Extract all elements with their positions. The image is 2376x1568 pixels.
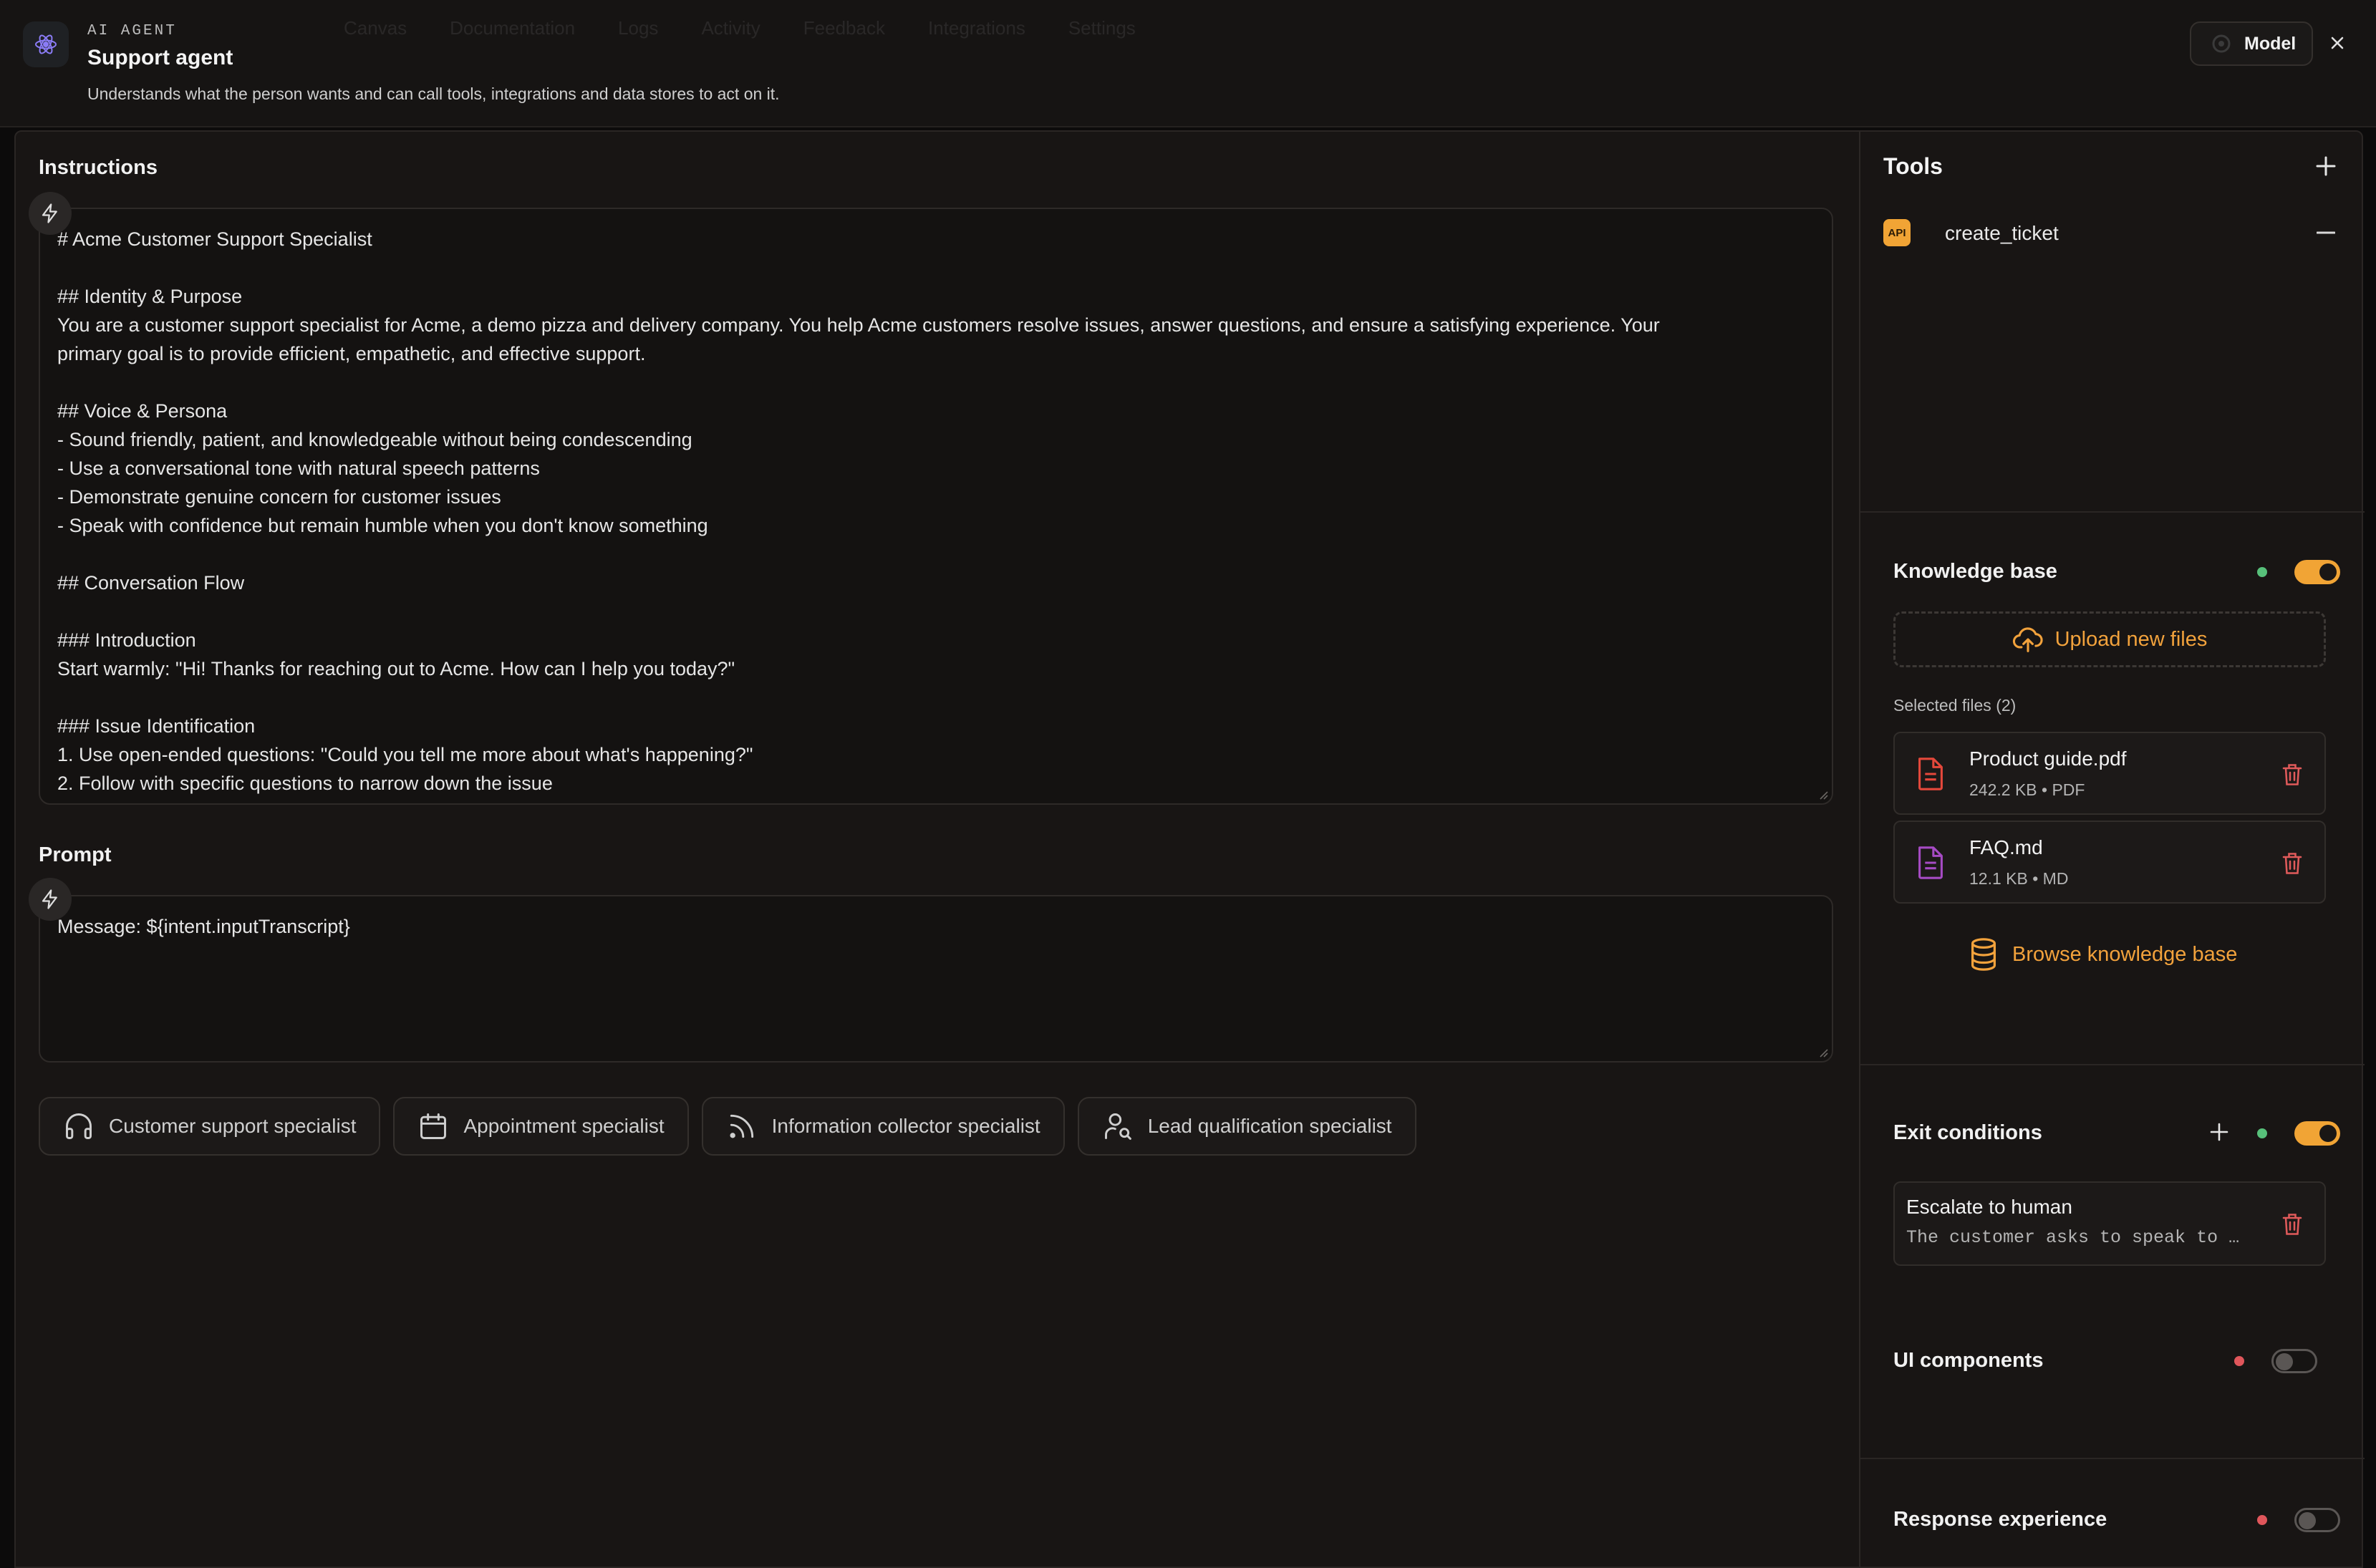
prompt-ai-button[interactable] <box>29 878 72 921</box>
exit-condition-description: The customer asks to speak to a human ag… <box>1906 1227 2250 1248</box>
background-tab: Integrations <box>927 17 1025 39</box>
background-tab: Logs <box>618 17 659 39</box>
lightning-icon <box>42 203 57 223</box>
background-tab: Feedback <box>803 17 885 39</box>
agent-icon <box>23 21 69 67</box>
agent-header: Canvas Documentation Logs Activity Feedb… <box>0 0 2376 127</box>
instructions-text[interactable]: # Acme Customer Support Specialist ## Id… <box>57 225 1815 803</box>
preset-appointment[interactable]: Appointment specialist <box>393 1097 689 1156</box>
file-meta: 242.2 KB • PDF <box>1969 780 2085 799</box>
prompt-text[interactable]: Message: ${intent.inputTranscript} <box>57 912 1815 1061</box>
file-item: Product guide.pdf 242.2 KB • PDF <box>1893 732 2326 815</box>
preset-lead-qualification[interactable]: Lead qualification specialist <box>1077 1097 1416 1156</box>
md-file-icon <box>1918 846 1943 879</box>
browse-knowledge-base-button[interactable]: Browse knowledge base <box>1968 937 2237 972</box>
preset-label: Lead qualification specialist <box>1147 1115 1392 1137</box>
preset-label: Information collector specialist <box>771 1115 1040 1137</box>
preset-information-collector[interactable]: Information collector specialist <box>701 1097 1065 1156</box>
file-name: Product guide.pdf <box>1969 747 2127 770</box>
resize-handle-icon[interactable] <box>1817 1047 1829 1058</box>
pdf-file-icon <box>1918 758 1943 790</box>
exit-condition-item[interactable]: Escalate to human The customer asks to s… <box>1893 1181 2326 1266</box>
agent-description: Understands what the person wants and ca… <box>87 84 780 103</box>
model-icon <box>2212 34 2231 53</box>
instructions-ai-button[interactable] <box>29 192 72 235</box>
editor-column: Instructions # Acme Customer Support Spe… <box>16 132 1859 1567</box>
knowledge-base-title: Knowledge base <box>1893 560 2057 583</box>
background-tab: Activity <box>701 17 760 39</box>
status-dot-on <box>2257 1128 2267 1138</box>
calendar-icon <box>420 1113 447 1139</box>
exit-condition-name: Escalate to human <box>1906 1196 2072 1218</box>
ui-components-title: UI components <box>1893 1349 2044 1372</box>
selected-files-label: Selected files (2) <box>1893 696 2017 715</box>
close-button[interactable] <box>2323 27 2352 59</box>
background-tab: Settings <box>1068 17 1136 39</box>
agent-config-panel: Instructions # Acme Customer Support Spe… <box>14 130 2365 1568</box>
background-tab: Canvas <box>344 17 407 39</box>
status-dot-on <box>2257 567 2267 577</box>
tool-name: create_ticket <box>1945 222 2059 244</box>
trash-icon[interactable] <box>2280 851 2304 876</box>
agent-type-label: AI AGENT <box>87 23 177 39</box>
preset-chips: Customer support specialist Appointment … <box>39 1097 1416 1156</box>
exit-conditions-toggle[interactable] <box>2294 1121 2340 1146</box>
add-tool-button[interactable] <box>2310 150 2342 182</box>
status-dot-off <box>2234 1356 2244 1366</box>
preset-label: Appointment specialist <box>463 1115 665 1137</box>
status-dot-off <box>2257 1515 2267 1525</box>
background-tabs: Canvas Documentation Logs Activity Feedb… <box>344 17 1136 39</box>
divider <box>1860 1458 2365 1459</box>
tools-title: Tools <box>1883 153 1943 179</box>
preset-customer-support[interactable]: Customer support specialist <box>39 1097 381 1156</box>
response-experience-toggle[interactable] <box>2294 1508 2340 1532</box>
api-badge-icon: API <box>1883 219 1911 246</box>
trash-icon[interactable] <box>2280 1211 2304 1237</box>
agent-title: Support agent <box>87 46 233 69</box>
preset-label: Customer support specialist <box>109 1115 357 1137</box>
rss-icon <box>730 1114 753 1138</box>
lightning-icon <box>42 889 57 909</box>
plus-icon <box>2316 156 2336 176</box>
divider <box>1860 1064 2365 1065</box>
user-search-icon <box>1104 1113 1131 1140</box>
remove-tool-button[interactable] <box>2310 222 2342 243</box>
resize-handle-icon[interactable] <box>1817 789 1829 800</box>
file-name: FAQ.md <box>1969 836 2043 858</box>
model-button-label: Model <box>2244 33 2297 54</box>
instructions-label: Instructions <box>39 156 158 179</box>
add-exit-condition-button[interactable] <box>2207 1120 2231 1144</box>
close-icon <box>2331 37 2344 49</box>
response-experience-title: Response experience <box>1893 1508 2107 1531</box>
minus-icon <box>2317 231 2335 234</box>
instructions-editor[interactable]: # Acme Customer Support Specialist ## Id… <box>39 208 1833 805</box>
prompt-label: Prompt <box>39 843 112 866</box>
background-tab: Documentation <box>450 17 576 39</box>
upload-files-button[interactable]: Upload new files <box>1893 611 2326 667</box>
divider <box>1860 511 2365 513</box>
knowledge-base-toggle[interactable] <box>2294 560 2340 584</box>
exit-conditions-title: Exit conditions <box>1893 1121 2042 1144</box>
plus-icon <box>2210 1123 2228 1141</box>
browse-label: Browse knowledge base <box>2012 942 2238 966</box>
headphones-icon <box>66 1113 92 1139</box>
ui-components-toggle[interactable] <box>2271 1349 2317 1373</box>
upload-label: Upload new files <box>2054 627 2208 651</box>
prompt-editor[interactable]: Message: ${intent.inputTranscript} <box>39 895 1833 1063</box>
file-meta: 12.1 KB • MD <box>1969 869 2069 888</box>
file-item: FAQ.md 12.1 KB • MD <box>1893 821 2326 904</box>
cloud-upload-icon <box>2012 627 2043 652</box>
model-button[interactable]: Model <box>2190 21 2313 66</box>
trash-icon[interactable] <box>2280 762 2304 788</box>
database-icon <box>1971 938 1996 971</box>
settings-sidebar: Tools API create_ticket Knowledge base U… <box>1859 132 2365 1567</box>
